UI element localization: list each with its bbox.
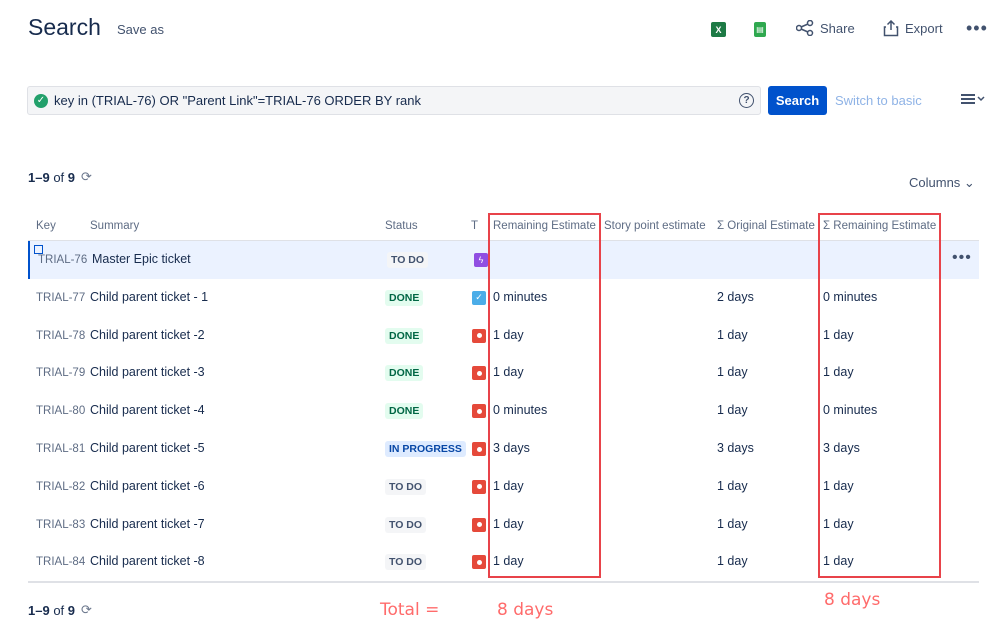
issue-summary-link[interactable]: Child parent ticket - 1 — [90, 290, 208, 304]
issue-summary-link[interactable]: Child parent ticket -8 — [90, 554, 205, 568]
chevron-down-icon — [977, 96, 985, 102]
sum-original-estimate-cell: 1 day — [717, 554, 748, 569]
status-badge: DONE — [385, 403, 424, 420]
export-label: Export — [905, 21, 943, 36]
save-as-button[interactable]: Save as — [117, 22, 164, 37]
sum-original-estimate-cell: 3 days — [717, 441, 754, 455]
sum-original-estimate-cell: 1 day — [717, 365, 748, 380]
annotation-sum-remaining-total: 8 days — [824, 590, 881, 610]
refresh-icon-bottom[interactable]: ⟳ — [81, 602, 92, 618]
status-badge: IN PROGRESS — [385, 441, 466, 457]
jql-query-text: key in (TRIAL-76) OR "Parent Link"=TRIAL… — [54, 93, 421, 108]
export-icon — [883, 20, 899, 37]
help-icon[interactable]: ? — [739, 93, 754, 108]
switch-to-basic-link[interactable]: Switch to basic — [835, 93, 922, 108]
task-type-icon: ✓ — [472, 290, 486, 305]
status-badge: TO DO — [385, 516, 427, 533]
issue-summary-link[interactable]: Child parent ticket -5 — [90, 441, 205, 455]
status-badge: TO DO — [385, 554, 427, 571]
issue-key-link[interactable]: TRIAL-83 — [36, 519, 85, 531]
results-total: 9 — [67, 169, 76, 185]
results-count-bottom: 1–9 of 9 ⟳ — [28, 602, 92, 618]
sum-original-estimate-cell: 1 day — [717, 327, 748, 342]
issue-key-link[interactable]: TRIAL-81 — [36, 443, 85, 455]
col-header-key[interactable]: Key — [36, 220, 56, 232]
results-of-bottom: of — [53, 602, 65, 618]
col-header-summary[interactable]: Summary — [90, 220, 139, 232]
bug-type-icon — [472, 517, 486, 532]
annotation-remaining-total: 8 days — [497, 600, 554, 620]
hamburger-icon — [961, 94, 975, 104]
bug-type-icon — [472, 442, 486, 456]
selection-indicator-icon — [34, 245, 43, 254]
status-badge: DONE — [385, 289, 424, 306]
issue-key-link[interactable]: TRIAL-78 — [36, 330, 85, 342]
bug-type-icon — [472, 555, 486, 570]
more-actions-icon[interactable]: ••• — [966, 18, 988, 39]
col-header-type[interactable]: T — [471, 220, 478, 232]
issue-summary-link[interactable]: Master Epic ticket — [92, 252, 191, 266]
annotation-total-label: Total = — [380, 600, 440, 620]
issue-summary-link[interactable]: Child parent ticket -2 — [90, 328, 205, 342]
annotation-box-remaining-estimate — [488, 213, 601, 578]
issue-summary-link[interactable]: Child parent ticket -3 — [90, 365, 205, 379]
sum-original-estimate-cell: 2 days — [717, 289, 754, 304]
status-badge: TO DO — [385, 478, 427, 495]
columns-button[interactable]: Columns ⌄ — [909, 175, 975, 191]
issue-key-link[interactable]: TRIAL-76 — [38, 254, 87, 266]
issue-key-link[interactable]: TRIAL-82 — [36, 481, 85, 493]
epic-type-icon: ϟ — [474, 253, 488, 267]
status-badge: DONE — [385, 327, 424, 344]
bug-type-icon — [472, 328, 486, 343]
share-button[interactable]: Share — [796, 20, 855, 36]
google-sheets-icon[interactable]: ▤ — [754, 22, 766, 37]
results-count: 1–9 of 9 ⟳ — [28, 169, 92, 185]
refresh-icon[interactable]: ⟳ — [81, 169, 92, 185]
bug-type-icon — [472, 479, 486, 494]
share-icon — [796, 20, 814, 36]
row-more-actions-icon[interactable]: ••• — [952, 249, 972, 267]
issue-summary-link[interactable]: Child parent ticket -4 — [90, 403, 205, 417]
status-badge: DONE — [385, 365, 424, 382]
col-header-sum-original-estimate[interactable]: Σ Original Estimate — [717, 220, 815, 232]
sum-original-estimate-cell: 1 day — [717, 516, 748, 531]
results-of: of — [53, 169, 65, 185]
bug-type-icon — [472, 366, 486, 381]
status-badge: TO DO — [387, 252, 429, 268]
issue-summary-link[interactable]: Child parent ticket -6 — [90, 479, 205, 493]
issue-key-link[interactable]: TRIAL-79 — [36, 367, 85, 379]
issue-key-link[interactable]: TRIAL-84 — [36, 556, 85, 568]
col-header-story-point-estimate[interactable]: Story point estimate — [604, 220, 706, 232]
issue-key-link[interactable]: TRIAL-77 — [36, 292, 85, 304]
sum-original-estimate-cell: 1 day — [717, 478, 748, 493]
valid-query-check-icon: ✓ — [34, 93, 48, 108]
page-title: Search — [28, 14, 101, 40]
view-options-menu[interactable] — [961, 93, 985, 105]
sum-original-estimate-cell: 1 day — [717, 403, 748, 418]
export-button[interactable]: Export — [883, 20, 943, 37]
col-header-status[interactable]: Status — [385, 220, 418, 232]
issue-key-link[interactable]: TRIAL-80 — [36, 405, 85, 417]
results-range: 1–9 — [28, 169, 50, 185]
annotation-box-sum-remaining-estimate — [818, 213, 941, 578]
results-range-bottom: 1–9 — [28, 602, 50, 618]
footer-divider — [28, 581, 979, 583]
bug-type-icon — [472, 404, 486, 419]
issue-summary-link[interactable]: Child parent ticket -7 — [90, 517, 205, 531]
share-label: Share — [820, 20, 855, 36]
results-total-bottom: 9 — [67, 602, 76, 618]
jql-query-input[interactable]: ✓ key in (TRIAL-76) OR "Parent Link"=TRI… — [27, 86, 761, 115]
excel-export-icon[interactable]: X — [711, 22, 726, 37]
search-button[interactable]: Search — [768, 86, 827, 115]
